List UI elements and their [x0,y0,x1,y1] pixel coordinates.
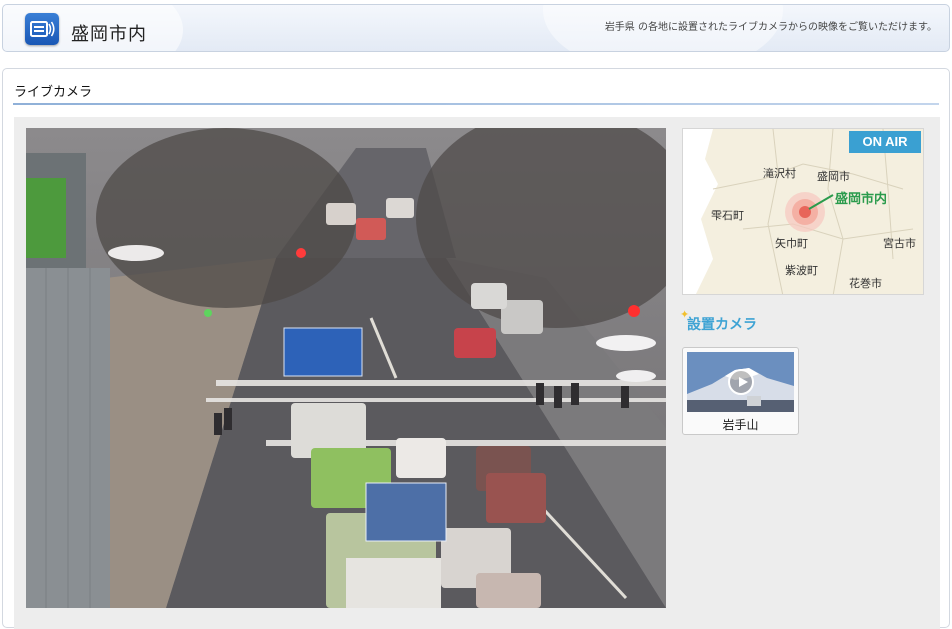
map-label: 盛岡市 [817,170,850,183]
map-label: 紫波町 [785,264,818,277]
live-camera-feed[interactable] [26,128,666,608]
location-map[interactable]: ✦ ON AIR 滝沢村 盛岡市 盛岡市内 雫石町 矢巾町 宮古市 紫波町 花巻… [682,128,924,295]
play-icon[interactable] [728,369,754,395]
on-air-badge: ON AIR [849,131,921,153]
camera-thumbnail-card[interactable]: 岩手山 [682,347,799,435]
header-bar: 盛岡市内 岩手県 の各地に設置されたライブカメラからの映像をご覧いただけます。 [2,4,950,52]
live-camera-icon [25,13,59,45]
page-description: 岩手県 の各地に設置されたライブカメラからの映像をご覧いただけます。 [604,22,937,33]
camera-thumbnail[interactable] [687,352,794,412]
current-location-label: 盛岡市内 [835,192,888,207]
camera-name: 岩手山 [722,418,759,432]
section-divider [13,103,939,105]
map-label: 宮古市 [883,237,916,250]
map-label: 矢巾町 [775,237,808,250]
map-label: 雫石町 [711,209,744,222]
map-label: 花巻市 [849,277,882,290]
camera-list-title: 設置カメラ [687,317,757,333]
map-label: 滝沢村 [763,167,796,180]
page-title: 盛岡市内 [71,24,147,45]
section-title: ライブカメラ [14,85,93,100]
